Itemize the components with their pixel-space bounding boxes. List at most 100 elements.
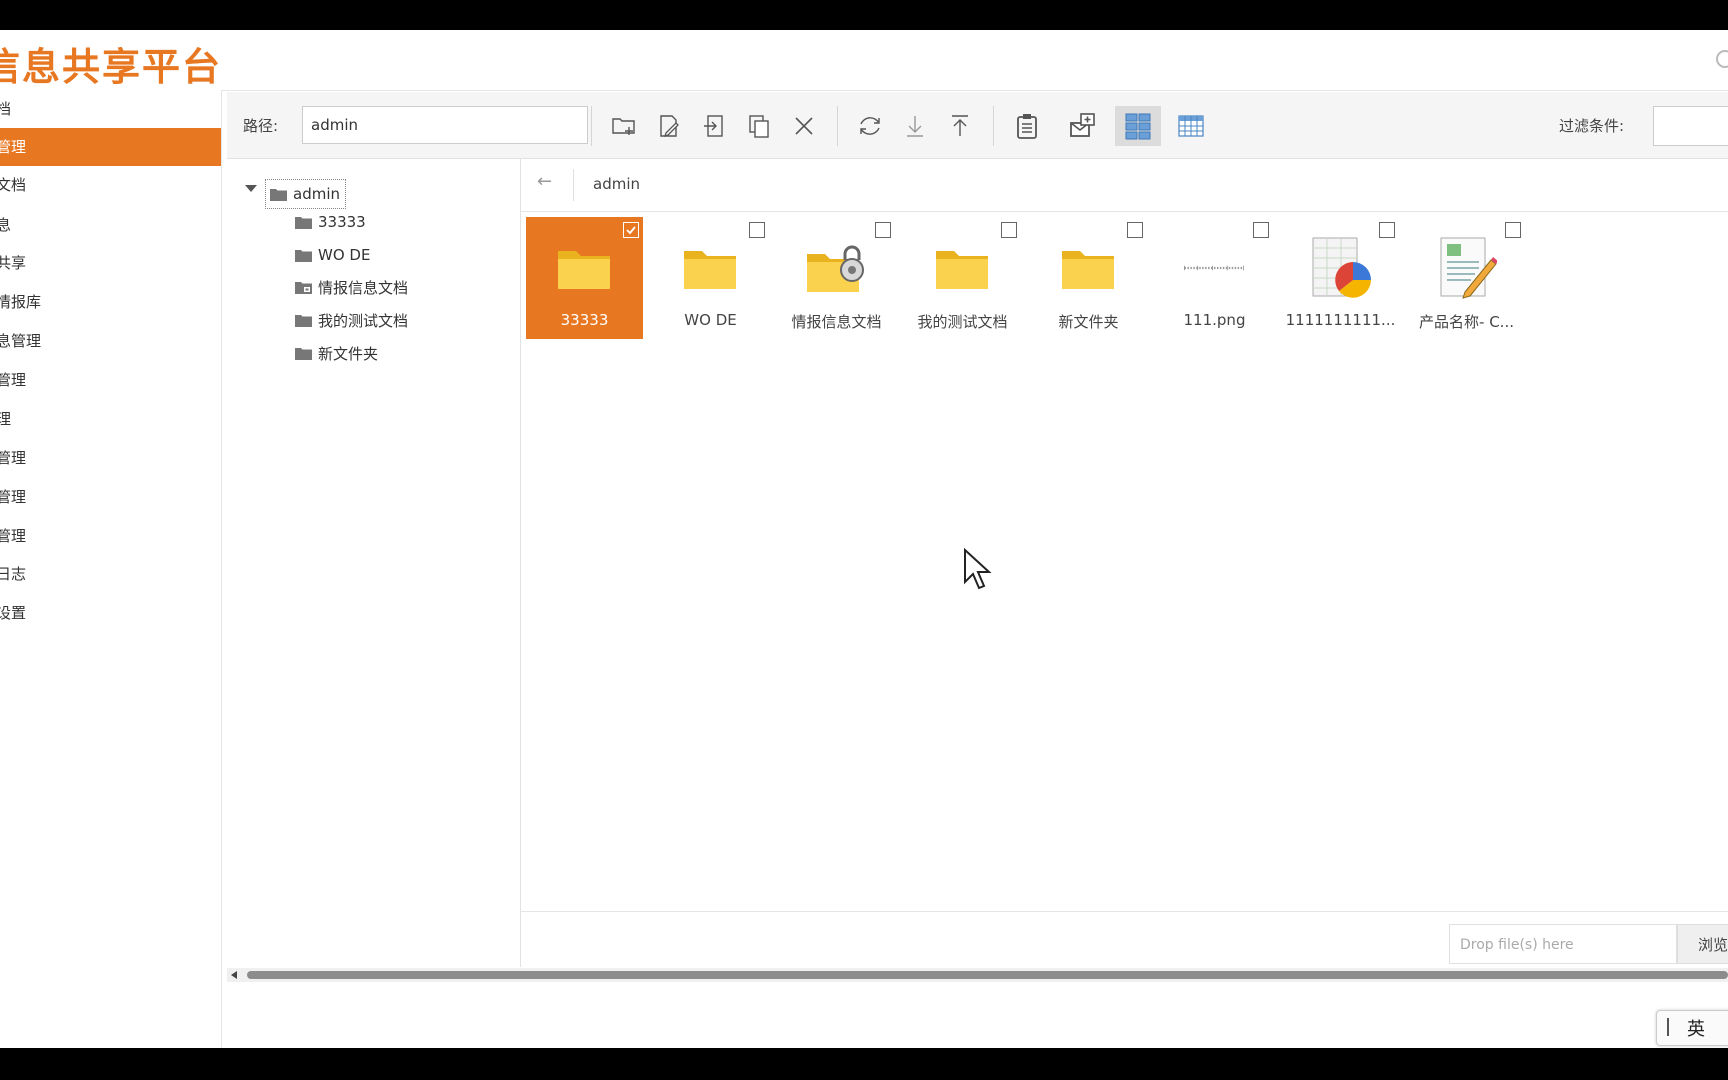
- sidebar-item-admin[interactable]: 理: [0, 400, 221, 438]
- upload-button[interactable]: [940, 106, 980, 146]
- document-edit-icon: [1440, 237, 1497, 299]
- app-header: 信息共享平台: [0, 30, 1728, 91]
- select-checkbox[interactable]: [1505, 222, 1521, 238]
- sidebar-item-label: 息管理: [0, 332, 42, 350]
- ime-indicator[interactable]: 英: [1656, 1010, 1728, 1046]
- locked-folder-icon: [295, 281, 312, 294]
- file-item-new-folder[interactable]: 新文件夹: [1030, 217, 1147, 339]
- file-item-test-docs[interactable]: 我的测试文档: [904, 217, 1021, 339]
- sidebar-item-label: 管理: [0, 449, 27, 467]
- tree-node-label: 33333: [318, 213, 366, 231]
- sidebar-item-management-5[interactable]: 管理: [0, 517, 221, 555]
- file-name: 情报信息文档: [791, 313, 882, 331]
- file-item-33333[interactable]: 33333: [526, 217, 643, 339]
- sidebar-item-management-2[interactable]: 管理: [0, 361, 221, 399]
- sidebar-item-info[interactable]: 息: [0, 206, 221, 244]
- drop-zone[interactable]: Drop file(s) here: [1449, 924, 1677, 964]
- clipboard-icon: [1017, 114, 1037, 139]
- image-thumbnail-icon: [1184, 265, 1244, 271]
- select-checkbox[interactable]: [875, 222, 891, 238]
- large-icons-view-button[interactable]: [1115, 106, 1161, 146]
- filter-label: 过滤条件:: [1559, 117, 1625, 135]
- tree-root-admin[interactable]: admin: [265, 179, 346, 209]
- sidebar-item-management-3[interactable]: 管理: [0, 439, 221, 477]
- file-item-wo-de[interactable]: WO DE: [652, 217, 769, 339]
- select-checkbox[interactable]: [1127, 222, 1143, 238]
- delete-button[interactable]: [784, 106, 824, 146]
- file-item-spreadsheet[interactable]: 1111111111...: [1282, 217, 1399, 339]
- sidebar-item-share[interactable]: 共享: [0, 244, 221, 282]
- upload-icon: [952, 115, 968, 136]
- select-checkbox[interactable]: [1253, 222, 1269, 238]
- file-item-111-png[interactable]: 111.png: [1156, 217, 1273, 339]
- sidebar-item-label: 理: [0, 410, 12, 428]
- new-folder-icon: [612, 118, 635, 135]
- share-button[interactable]: [1062, 106, 1102, 146]
- tree-expand-icon[interactable]: [245, 185, 257, 192]
- sidebar-item-label: 设置: [0, 604, 27, 622]
- folder-icon: [295, 249, 312, 262]
- delete-icon: [795, 117, 813, 135]
- clipboard-button[interactable]: [1007, 106, 1047, 146]
- share-icon: [1070, 113, 1095, 137]
- list-view-icon: [1178, 115, 1204, 137]
- file-name: 产品名称- C...: [1419, 313, 1514, 331]
- folder-icon: [295, 347, 312, 360]
- tree-node-label: 我的测试文档: [318, 311, 409, 330]
- new-folder-button[interactable]: [604, 106, 644, 146]
- horizontal-scrollbar[interactable]: [227, 968, 1728, 982]
- sidebar-item-label: 管理: [0, 138, 27, 156]
- sidebar-item-settings[interactable]: 设置: [0, 594, 221, 632]
- scrollbar-thumb[interactable]: [247, 971, 1728, 979]
- tree-node-wo-de[interactable]: WO DE: [295, 242, 370, 268]
- refresh-button[interactable]: [850, 106, 890, 146]
- tree-node-33333[interactable]: 33333: [295, 209, 366, 235]
- refresh-icon: [860, 117, 880, 135]
- folder-icon: [270, 188, 287, 201]
- browse-button[interactable]: 浏览: [1677, 924, 1728, 964]
- move-button[interactable]: [694, 106, 734, 146]
- tree-node-test-docs[interactable]: 我的测试文档: [295, 307, 408, 333]
- copy-button[interactable]: [739, 106, 779, 146]
- rename-button[interactable]: [649, 106, 689, 146]
- select-checkbox[interactable]: [623, 222, 639, 238]
- sidebar-item-label: 文档: [0, 176, 27, 194]
- download-button[interactable]: [895, 106, 935, 146]
- breadcrumb[interactable]: admin: [593, 175, 640, 193]
- back-arrow-icon[interactable]: ←: [537, 171, 552, 192]
- sidebar-item-documents[interactable]: 档: [0, 90, 221, 128]
- sidebar-item-intel-library[interactable]: 情报库: [0, 283, 221, 321]
- file-name: 1111111111...: [1285, 311, 1396, 329]
- sidebar-item-files[interactable]: 文档: [0, 166, 221, 204]
- sidebar: 档 管理 文档 息 共享 情报库 息管理 管理 理 管理 管理 管理 日志 设置: [0, 90, 222, 1048]
- toolbar: 路径: admin 过滤条件:: [227, 92, 1728, 159]
- sidebar-item-management[interactable]: 管理: [0, 128, 221, 166]
- app-title: 信息共享平台: [0, 45, 223, 89]
- select-checkbox[interactable]: [1001, 222, 1017, 238]
- file-panel: ← admin 33333 WO DE 情报信息文档 我的测试文档 新文件夹 1…: [521, 159, 1728, 968]
- file-item-intel-docs[interactable]: 情报信息文档: [778, 217, 895, 339]
- select-checkbox[interactable]: [749, 222, 765, 238]
- filter-input[interactable]: [1653, 106, 1728, 146]
- sidebar-item-label: 息: [0, 216, 12, 234]
- tree-node-label: admin: [293, 185, 340, 203]
- sidebar-item-info-management[interactable]: 息管理: [0, 322, 221, 360]
- select-checkbox[interactable]: [1379, 222, 1395, 238]
- mouse-pointer-icon: [964, 548, 992, 590]
- sidebar-item-management-4[interactable]: 管理: [0, 478, 221, 516]
- list-view-button[interactable]: [1171, 106, 1211, 146]
- sidebar-item-label: 情报库: [0, 293, 42, 311]
- tree-node-intel-docs[interactable]: 情报信息文档: [295, 274, 408, 300]
- path-input[interactable]: [302, 106, 588, 144]
- sidebar-item-logs[interactable]: 日志: [0, 555, 221, 593]
- sidebar-item-label: 共享: [0, 254, 27, 272]
- sidebar-item-label: 日志: [0, 565, 27, 583]
- locked-folder-icon: [807, 245, 864, 292]
- sidebar-item-label: 管理: [0, 488, 27, 506]
- scroll-left-arrow-icon[interactable]: [231, 971, 237, 979]
- tree-node-new-folder[interactable]: 新文件夹: [295, 340, 378, 366]
- tree-node-label: WO DE: [318, 246, 371, 264]
- user-icon[interactable]: [1716, 50, 1728, 68]
- folder-icon: [558, 251, 610, 289]
- file-item-document[interactable]: 产品名称- C...: [1408, 217, 1525, 339]
